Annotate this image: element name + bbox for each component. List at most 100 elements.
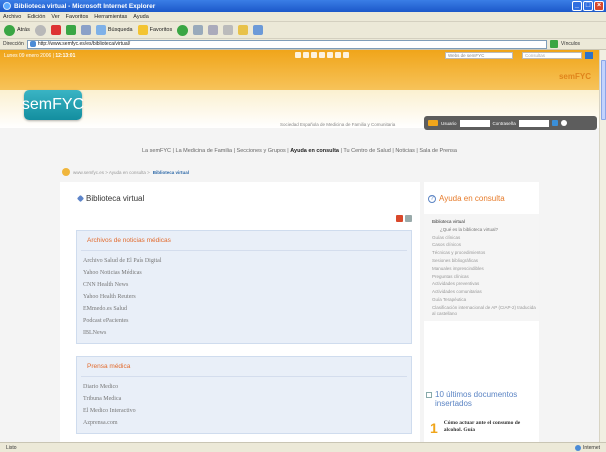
page-icon — [29, 41, 36, 47]
vertical-scrollbar[interactable] — [599, 50, 606, 442]
mail-tool-icon[interactable] — [303, 52, 309, 58]
search-button[interactable]: Búsqueda — [95, 25, 133, 35]
nav-links-right[interactable]: | Tu Centro de Salud | Noticias | Sala d… — [341, 148, 458, 154]
rss-tool-icon[interactable] — [335, 52, 341, 58]
go-button[interactable] — [549, 40, 558, 48]
refresh-icon[interactable] — [65, 25, 76, 35]
security-zone: Internet — [575, 444, 600, 451]
menu-ver[interactable]: Ver — [51, 14, 59, 20]
doc-number: 1 — [430, 420, 438, 436]
top-search-input[interactable]: Consultas — [522, 52, 582, 59]
news-archive-box: Archivos de noticias médicas Archivo Sal… — [76, 230, 412, 344]
print-tool-icon[interactable] — [311, 52, 317, 58]
sidebar-item-preventivas[interactable]: Actividades preventivas — [424, 280, 539, 288]
forward-button[interactable] — [34, 24, 46, 36]
list-item[interactable]: Azprensa.com — [83, 417, 411, 429]
nav-active-item[interactable]: Ayuda en consulta — [290, 148, 339, 154]
list-item[interactable]: EMmedo.es Salud — [83, 303, 411, 315]
back-label: Atrás — [17, 27, 30, 33]
messenger-icon[interactable] — [253, 25, 264, 35]
back-button[interactable]: Atrás — [4, 24, 30, 36]
list-item[interactable]: Podcast ePacientes — [83, 315, 411, 327]
list-item[interactable]: Archivo Salud de El País Digital — [83, 255, 411, 267]
sidebar-item-comunitarias[interactable]: Actividades comunitarias — [424, 288, 539, 296]
history-icon[interactable] — [177, 24, 189, 36]
news-archive-heading: Archivos de noticias médicas — [81, 231, 407, 251]
latest-docs-title-text: 10 últimos documentos insertados — [435, 390, 518, 408]
docs-icon — [426, 392, 432, 398]
menu-favoritos[interactable]: Favoritos — [66, 14, 89, 20]
favorites-button[interactable]: Favoritos — [137, 25, 172, 35]
print-icon[interactable] — [208, 25, 219, 35]
sidebar-item-biblioteca[interactable]: Biblioteca virtual — [424, 218, 539, 226]
password-input[interactable] — [518, 119, 549, 127]
menu-archivo[interactable]: Archivo — [3, 14, 21, 20]
address-label: Dirección — [3, 41, 24, 47]
sidebar-item-casos[interactable]: Casos clínicos — [424, 241, 539, 249]
login-tag-icon — [428, 120, 438, 126]
pdf-icon[interactable] — [396, 215, 403, 222]
status-bar: Listo Internet — [0, 442, 606, 452]
menu-herramientas[interactable]: Herramientas — [94, 14, 127, 20]
breadcrumb-icon — [62, 168, 70, 176]
menu-edicion[interactable]: Edición — [27, 14, 45, 20]
top-search-button[interactable] — [585, 52, 593, 59]
sidebar-item-sesiones[interactable]: Sesiones bibliográficas — [424, 257, 539, 265]
home-tool-icon[interactable] — [295, 52, 301, 58]
sidebar-item-guias[interactable]: Guías clínicas — [424, 234, 539, 242]
main-nav: La semFYC | La Medicina de Familia | Sec… — [0, 148, 599, 154]
list-item[interactable]: IBLNews — [83, 327, 411, 339]
page-title-text: Biblioteca virtual — [86, 194, 145, 203]
help-tool-icon[interactable] — [343, 52, 349, 58]
doc-title[interactable]: Cómo actuar ante el consumo de alcohol. … — [444, 420, 534, 436]
list-item[interactable]: El Medico Interactivo — [83, 405, 411, 417]
maximize-button[interactable]: □ — [583, 1, 593, 11]
links-label[interactable]: Vínculos — [561, 41, 580, 47]
address-bar: Dirección http://www.semfyc.es/es/biblio… — [0, 39, 606, 50]
search-label: Búsqueda — [107, 27, 133, 33]
printer-icon[interactable] — [405, 215, 412, 222]
edit-icon[interactable] — [223, 25, 234, 35]
window-title: Biblioteca virtual - Microsoft Internet … — [14, 2, 156, 10]
close-button[interactable]: × — [594, 1, 604, 11]
main-column: Biblioteca virtual Archivos de noticias … — [60, 182, 420, 442]
folder-icon[interactable] — [238, 25, 249, 35]
page-content: Lunes 09 enero 2006 | 12:13:01 Webs de s… — [0, 50, 599, 442]
doc-item[interactable]: 1 Cómo actuar ante el consumo de alcohol… — [430, 420, 534, 436]
sidebar-item-preguntas[interactable]: Preguntas clínicas — [424, 273, 539, 281]
page-tools — [396, 215, 412, 222]
list-item[interactable]: Yahoo Noticias Médicas — [83, 267, 411, 279]
address-input[interactable]: http://www.semfyc.es/es/biblioteca/virtu… — [26, 39, 547, 49]
latest-docs-title: 10 últimos documentos insertados — [426, 390, 536, 408]
stop-icon[interactable] — [50, 25, 61, 35]
list-item[interactable]: CNN Health News — [83, 279, 411, 291]
sidebar-item-tecnicas[interactable]: Técnicas y procedimientos — [424, 249, 539, 257]
menu-ayuda[interactable]: Ayuda — [133, 14, 149, 20]
globe-icon — [575, 444, 582, 451]
ie-icon — [3, 2, 11, 10]
user-tool-icon[interactable] — [327, 52, 333, 58]
mail-icon[interactable] — [193, 25, 204, 35]
scrollbar-thumb[interactable] — [601, 60, 606, 120]
list-item[interactable]: Diario Medico — [83, 381, 411, 393]
info-icon[interactable] — [560, 120, 567, 126]
semfyc-logo[interactable]: semFYC — [22, 90, 84, 120]
sidebar-item-guia-terapeutica[interactable]: Guía Terapéutica — [424, 296, 539, 304]
sidebar-title: ? Ayuda en consulta — [428, 194, 505, 203]
sites-select[interactable]: Webs de semFYC — [445, 52, 513, 59]
status-text: Listo — [6, 444, 17, 451]
nav-links-left[interactable]: La semFYC | La Medicina de Familia | Sec… — [142, 148, 289, 154]
map-tool-icon[interactable] — [319, 52, 325, 58]
zone-label: Internet — [583, 444, 600, 451]
user-input[interactable] — [459, 119, 490, 127]
sidebar-item-manuales[interactable]: Manuales imprescindibles — [424, 265, 539, 273]
home-icon[interactable] — [80, 25, 91, 35]
login-go-button[interactable] — [551, 120, 558, 126]
list-item[interactable]: Tribuna Medica — [83, 393, 411, 405]
breadcrumb-prefix[interactable]: www.semfyc.es > Ayuda en consulta > — [73, 170, 150, 175]
pin-icon — [76, 194, 85, 203]
minimize-button[interactable]: _ — [572, 1, 582, 11]
sidebar-item-ciap[interactable]: Clasificación internacional de AP (CIAP-… — [424, 304, 539, 318]
list-item[interactable]: Yahoo Health Reuters — [83, 291, 411, 303]
sidebar-item-que-es[interactable]: ¿Qué es la biblioteca virtual? — [424, 226, 539, 234]
